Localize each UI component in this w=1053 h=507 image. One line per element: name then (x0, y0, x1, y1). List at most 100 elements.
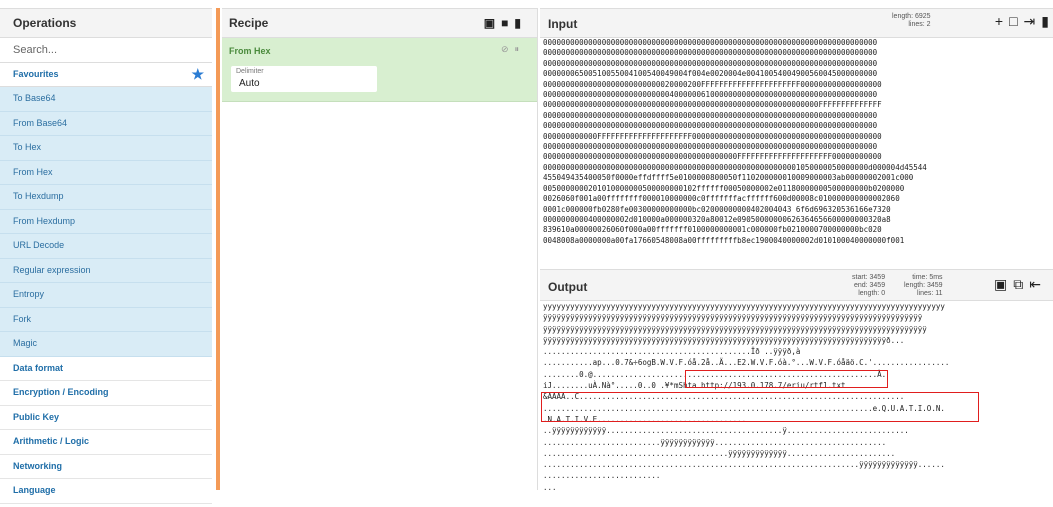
favourite-operation[interactable]: Magic (0, 332, 212, 357)
replace-input-icon[interactable]: ⇤ (1029, 276, 1047, 292)
output-line: ........................................… (543, 460, 945, 470)
operation-category[interactable]: Networking (0, 455, 212, 479)
output-line: ÿÿÿÿÿÿÿÿÿÿÿÿÿÿÿÿÿÿÿÿÿÿÿÿÿÿÿÿÿÿÿÿÿÿÿÿÿÿÿÿ… (543, 313, 923, 323)
delimiter-field[interactable]: Delimiter Auto (231, 66, 377, 92)
disable-icon[interactable]: ⊘ (501, 44, 515, 54)
input-header: Input length: 6925 lines: 2 +□⇥▮ (540, 8, 1053, 38)
input-line: 0000000000000000000000000000000000000000… (543, 152, 882, 162)
copy-icon[interactable]: ⧉ (1013, 276, 1029, 292)
output-line: ........................................… (543, 347, 801, 357)
output-line: ..ÿÿÿÿÿÿÿÿÿÿÿÿ..........................… (543, 426, 909, 436)
output-line: ..........................ÿÿÿÿÿÿÿÿÿÿÿÿ..… (543, 437, 887, 447)
output-lines-value: 11 (935, 290, 943, 297)
input-line: 00000000000000000000000000020000200FFFFF… (543, 79, 882, 89)
output-end-value: 3459 (869, 282, 886, 289)
input-line: 0000000000000000000000000000000000000000… (543, 142, 878, 152)
highlight-box-url (685, 370, 888, 388)
operations-search-input[interactable]: Search... (0, 38, 212, 63)
output-line: ........................................… (543, 448, 896, 458)
plus-icon[interactable]: + (995, 13, 1009, 29)
operations-panel: Operations Search... Favourites ★ To Bas… (0, 8, 212, 504)
input-line: 0000000000000000000000000000000000000000… (543, 110, 878, 120)
favourite-operation[interactable]: Entropy (0, 283, 212, 308)
output-length-value: 3459 (926, 282, 943, 289)
input-lines-label: lines: (908, 21, 925, 28)
delimiter-value: Auto (239, 78, 260, 89)
output-title: Output (548, 280, 588, 294)
output-line: ... (543, 482, 557, 492)
output-end-label: end: (853, 282, 868, 289)
input-line: 0000000000000000000000000000000000000000… (543, 58, 878, 68)
favourite-operation[interactable]: To Hexdump (0, 185, 212, 210)
input-line: 00000006500510055004100540049004f004e002… (543, 69, 878, 79)
output-line: ...........ap...0.7&÷6ogB.W.V.F.óå.2å..Ä… (543, 358, 950, 368)
pause-icon[interactable]: ⏸ (514, 44, 525, 54)
input-line: 0000000000000000000000000000000000000000… (543, 38, 878, 47)
input-line: 0000000000000000000000000000000000000000… (543, 48, 878, 58)
output-sel-length-value: 0 (881, 290, 886, 297)
output-lines-label: lines: (916, 290, 934, 297)
favourites-label: Favourites (13, 69, 59, 79)
input-line: 0000000000000000000000000000000000000000… (543, 162, 927, 172)
output-time-label: time: (912, 274, 928, 281)
favourites-category[interactable]: Favourites ★ (0, 63, 212, 87)
input-textarea[interactable]: 0000000000000000000000000000000000000000… (540, 38, 1053, 269)
favourite-operation[interactable]: From Base64 (0, 111, 212, 136)
input-length-label: length: (892, 13, 914, 20)
operation-category[interactable]: Encryption / Encoding (0, 381, 212, 406)
folder-icon[interactable]: □ (1009, 13, 1023, 29)
recipe-operation-name: From Hex (229, 46, 271, 56)
recipe-panel: Recipe ▣■▮ From Hex ⊘⏸ Delimiter Auto (222, 8, 538, 490)
input-line: 0000000000000000000000000000000000000000… (543, 100, 882, 110)
recipe-header: Recipe ▣■▮ (222, 8, 537, 38)
favourite-operation[interactable]: To Hex (0, 136, 212, 161)
output-length-label: length: (904, 282, 926, 289)
recipe-operation-from-hex[interactable]: From Hex ⊘⏸ Delimiter Auto (222, 38, 537, 102)
favourite-operation[interactable]: URL Decode (0, 234, 212, 259)
output-time-value: 5ms (929, 274, 943, 281)
output-line: ÿÿÿÿÿÿÿÿÿÿÿÿÿÿÿÿÿÿÿÿÿÿÿÿÿÿÿÿÿÿÿÿÿÿÿÿÿÿÿÿ… (543, 324, 927, 334)
output-line: ÿÿÿÿÿÿÿÿÿÿÿÿÿÿÿÿÿÿÿÿÿÿÿÿÿÿÿÿÿÿÿÿÿÿÿÿÿÿÿÿ… (543, 335, 905, 345)
input-line: 0050000000201010000000500000000102ffffff… (543, 183, 905, 193)
category-list: Data format Encryption / Encoding Public K… (0, 357, 212, 504)
highlight-box-equation (541, 392, 979, 422)
favourite-operation[interactable]: To Base64 (0, 87, 212, 112)
input-line: 0026060f001a00ffffffff000010000000c0ffff… (543, 194, 900, 204)
replace-input-icon[interactable]: ⇥ (1024, 13, 1042, 29)
input-title: Input (548, 17, 578, 31)
operation-category[interactable]: Public Key (0, 406, 212, 430)
favourite-operation[interactable]: From Hexdump (0, 209, 212, 234)
favourite-operation[interactable]: Fork (0, 307, 212, 332)
favourites-list: To Base64 From Base64 To Hex From Hex To Hex… (0, 87, 212, 357)
save-icon[interactable]: ▣ (994, 276, 1013, 292)
input-line: 455049435400050f0000effdffff5e0100000800… (543, 173, 914, 183)
panel-resize-gutter[interactable] (216, 8, 220, 490)
output-line: yyyyyyyyyyyyyyyyyyyyyyyyyyyyyyyyyyyyyyyy… (543, 302, 945, 311)
input-line: 0000000000000000000000000000000000000000… (543, 121, 878, 131)
folder-icon[interactable]: ■ (501, 16, 514, 30)
input-line: 000000000000FFFFFFFFFFFFFFFFFFFFF0000000… (543, 131, 882, 141)
input-line: 0048008a0000000a00fa17660548008a00ffffff… (543, 235, 905, 245)
input-line: 839610a00000026060f000a00fffffff01000000… (543, 225, 882, 235)
output-start-value: 3459 (869, 274, 886, 281)
operation-category[interactable]: Language (0, 479, 212, 504)
io-panel: Input length: 6925 lines: 2 +□⇥▮ 0000000… (540, 8, 1053, 492)
favourite-operation[interactable]: From Hex (0, 160, 212, 185)
recipe-title: Recipe (229, 16, 269, 30)
save-icon[interactable]: ▣ (484, 16, 501, 30)
star-icon: ★ (191, 66, 204, 82)
input-line: 0001c000000fb0280fe00300000000000bc02000… (543, 204, 891, 214)
output-header: Output start: 3459 end: 3459 length: 0 t… (540, 269, 1053, 301)
favourite-operation[interactable]: Regular expression (0, 258, 212, 283)
trash-icon[interactable]: ▮ (514, 16, 527, 30)
operations-title: Operations (0, 8, 212, 38)
output-start-label: start: (852, 274, 868, 281)
trash-icon[interactable]: ▮ (1041, 13, 1053, 29)
output-line: .......................... (543, 471, 661, 481)
output-sel-length-label: length: (858, 290, 880, 297)
operation-category[interactable]: Arithmetic / Logic (0, 430, 212, 455)
input-line: 0000000000000000000000000000400000061000… (543, 90, 878, 100)
operation-category[interactable]: Data format (0, 357, 212, 381)
input-line: 0000000000400000002d010000a000000320a800… (543, 214, 891, 224)
delimiter-label: Delimiter (236, 68, 264, 75)
